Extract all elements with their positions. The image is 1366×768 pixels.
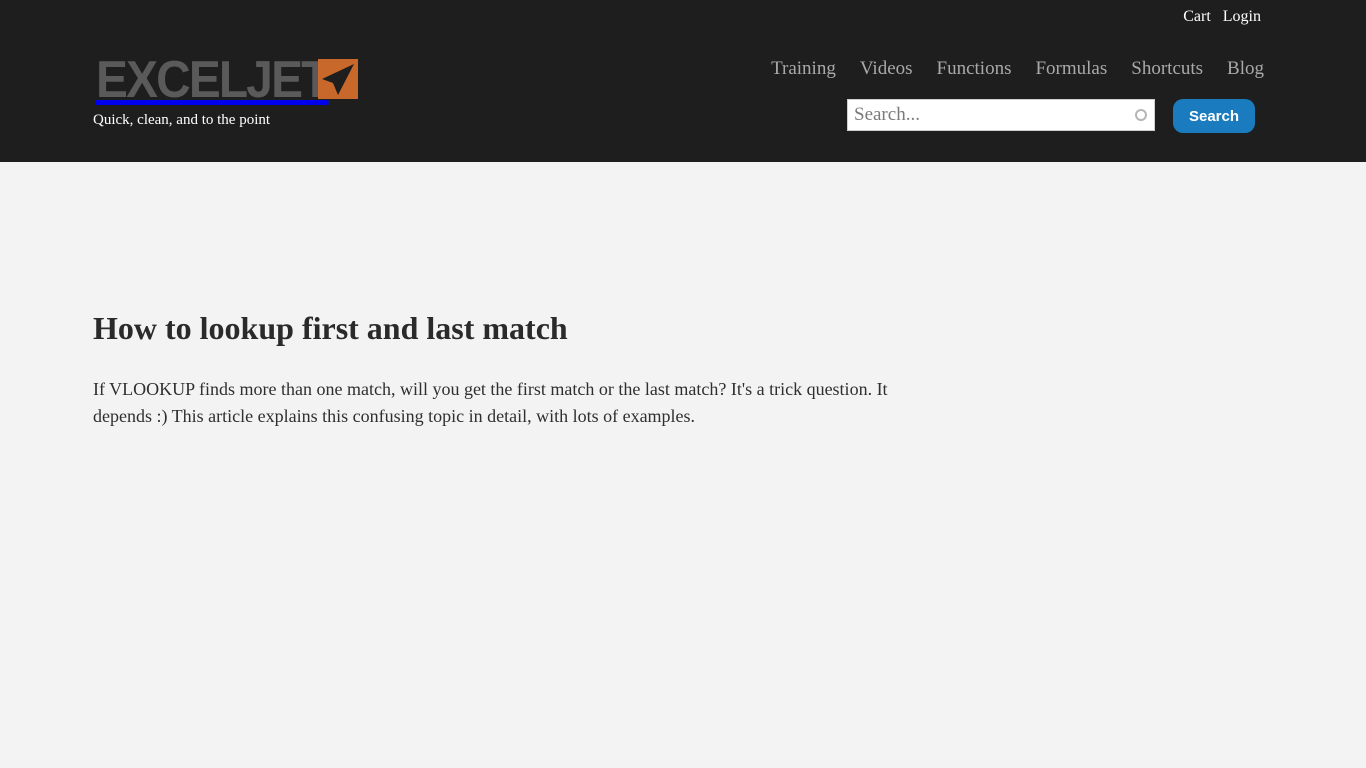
page-description: If VLOOKUP finds more than one match, wi… <box>93 379 888 426</box>
cart-link[interactable]: Cart <box>1183 8 1211 26</box>
exceljet-arrow-icon <box>318 59 358 99</box>
site-tagline: Quick, clean, and to the point <box>93 112 271 128</box>
site-logo[interactable]: EXCELJET <box>96 51 358 112</box>
nav-videos[interactable]: Videos <box>860 58 913 80</box>
search-spinner-icon <box>1135 109 1147 121</box>
nav-training[interactable]: Training <box>771 58 836 80</box>
main-nav: Training Videos Functions Formulas Short… <box>771 58 1264 80</box>
nav-blog[interactable]: Blog <box>1227 58 1264 80</box>
nav-shortcuts[interactable]: Shortcuts <box>1131 58 1203 80</box>
nav-formulas[interactable]: Formulas <box>1035 58 1107 80</box>
page-title: How to lookup first and last match <box>93 310 568 346</box>
logo-text: EXCELJET <box>96 51 330 109</box>
account-links: Cart Login <box>1183 8 1261 26</box>
search-box <box>847 99 1155 131</box>
site-header: Cart Login EXCELJET Quick, clean, and to… <box>0 0 1366 162</box>
nav-functions[interactable]: Functions <box>937 58 1012 80</box>
search-button[interactable]: Search <box>1173 99 1255 133</box>
search-input[interactable] <box>847 99 1155 131</box>
login-link[interactable]: Login <box>1223 8 1261 26</box>
